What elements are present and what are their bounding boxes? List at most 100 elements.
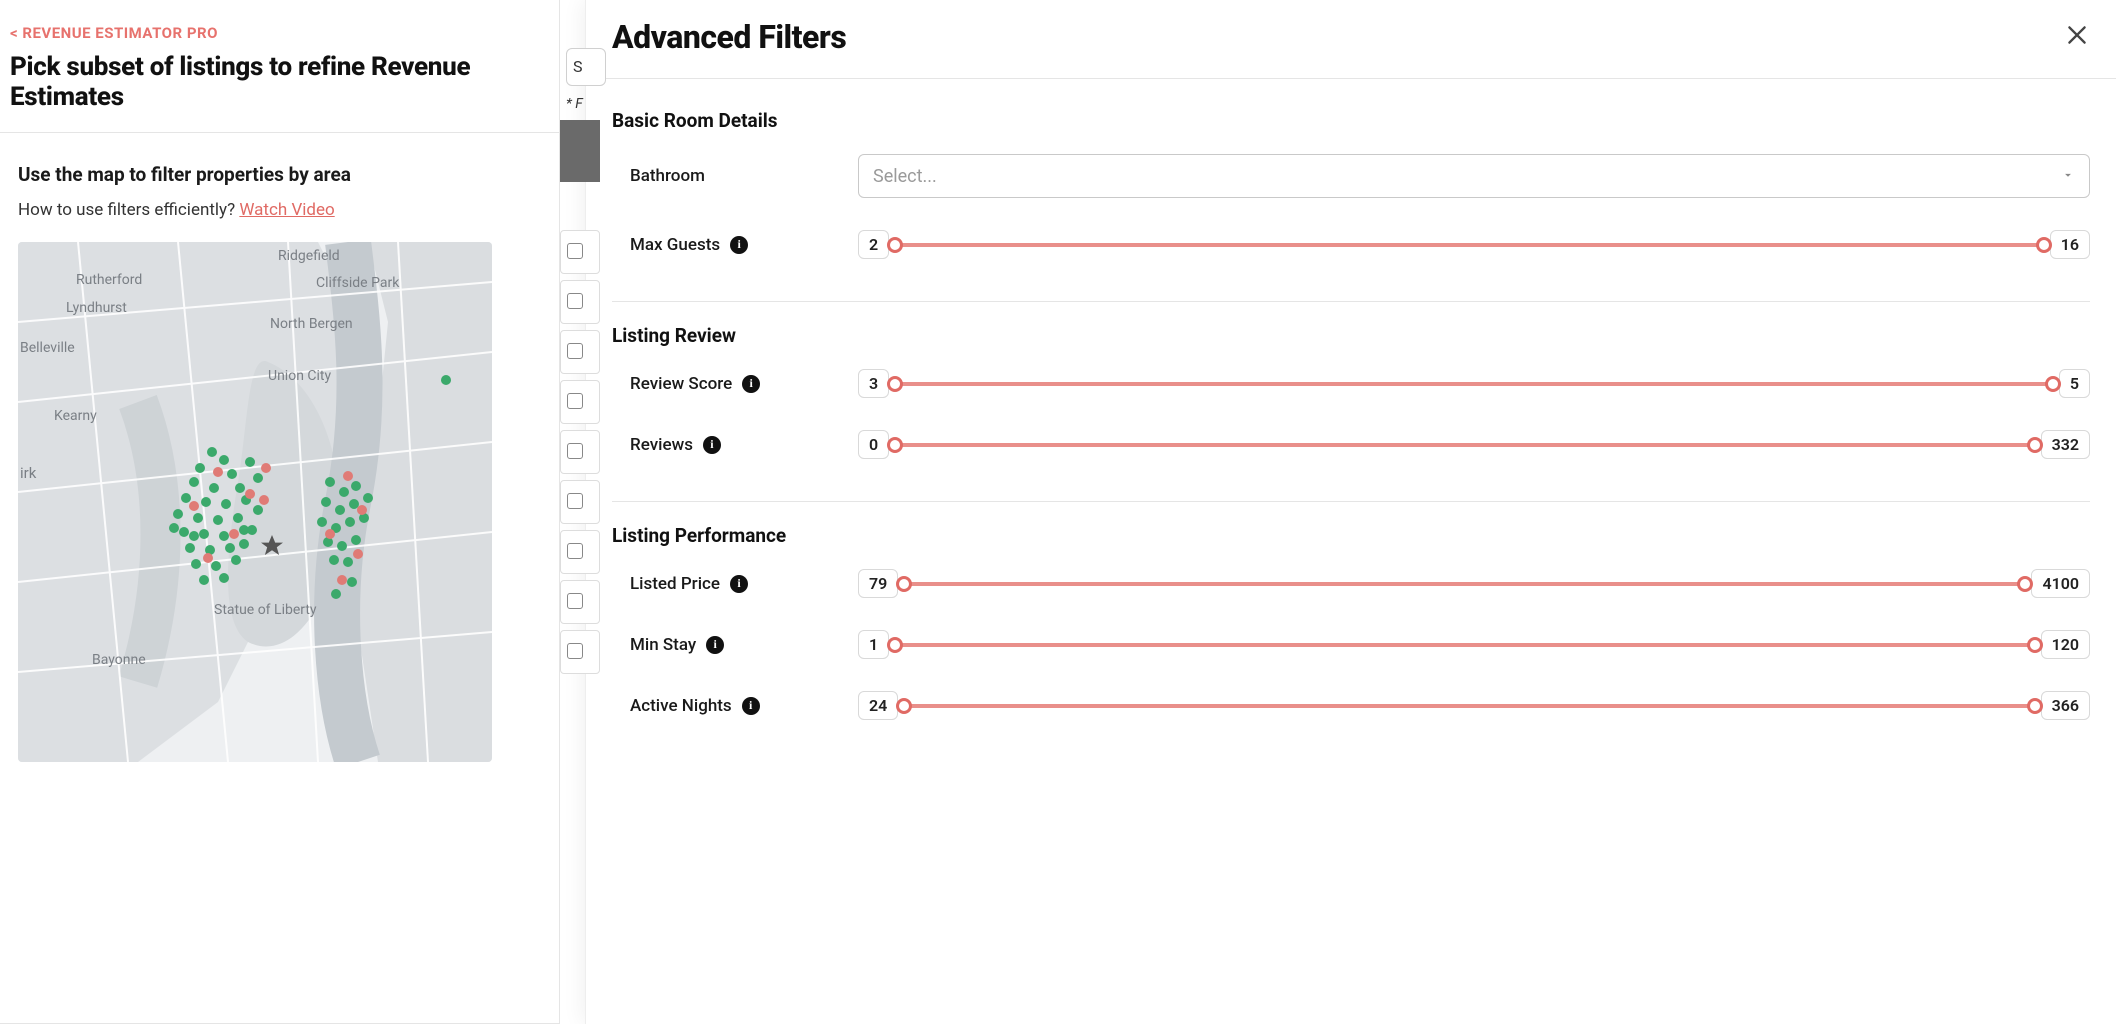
slider-handle-min[interactable] <box>887 637 903 653</box>
checkbox-icon[interactable] <box>567 593 583 609</box>
info-icon[interactable]: i <box>742 375 760 393</box>
slider-handle-max[interactable] <box>2027 437 2043 453</box>
svg-text:irk: irk <box>20 464 37 482</box>
table-row-stub[interactable] <box>560 480 600 524</box>
row-min-stay: Min Stay i 1 120 <box>612 630 2090 659</box>
slider-min-value: 1 <box>858 630 889 659</box>
slider-handle-max[interactable] <box>2036 237 2052 253</box>
slider-handle-max[interactable] <box>2027 637 2043 653</box>
slider-handle-min[interactable] <box>896 576 912 592</box>
info-icon[interactable]: i <box>730 236 748 254</box>
helper-prefix: How to use filters efficiently? <box>18 200 239 220</box>
slider-track[interactable] <box>895 243 2044 247</box>
slider-min-value: 3 <box>858 369 889 398</box>
svg-text:Bayonne: Bayonne <box>92 652 146 668</box>
checkbox-icon[interactable] <box>567 543 583 559</box>
svg-text:Union City: Union City <box>268 368 331 384</box>
max-guests-slider[interactable]: 2 16 <box>858 230 2090 259</box>
info-icon[interactable]: i <box>706 636 724 654</box>
watch-video-link[interactable]: Watch Video <box>239 200 334 220</box>
info-icon[interactable]: i <box>742 697 760 715</box>
svg-text:Cliffside Park: Cliffside Park <box>316 275 400 291</box>
slider-handle-max[interactable] <box>2017 576 2033 592</box>
breadcrumb-back[interactable]: < REVENUE ESTIMATOR PRO <box>10 24 549 42</box>
slider-min-value: 0 <box>858 430 889 459</box>
slider-handle-max[interactable] <box>2027 698 2043 714</box>
info-icon[interactable]: i <box>730 575 748 593</box>
table-row-stub[interactable] <box>560 430 600 474</box>
row-max-guests: Max Guests i 2 16 <box>612 230 2090 259</box>
checkbox-icon[interactable] <box>567 293 583 309</box>
slider-max-value: 16 <box>2050 230 2090 259</box>
table-row-stub[interactable] <box>560 580 600 624</box>
table-row-stub[interactable] <box>560 380 600 424</box>
drawer-header: Advanced Filters <box>586 0 2116 79</box>
slider-track[interactable] <box>904 582 2025 586</box>
review-score-label: Review Score i <box>612 374 858 394</box>
svg-text:Rutherford: Rutherford <box>76 272 142 288</box>
label-text: Max Guests <box>630 235 720 255</box>
checkbox-icon[interactable] <box>567 243 583 259</box>
section-title: Listing Performance <box>612 524 2090 547</box>
min-stay-slider[interactable]: 1 120 <box>858 630 2090 659</box>
map-container[interactable]: Ridgefield Cliffside Park Rutherford Lyn… <box>18 242 492 762</box>
checkbox-icon[interactable] <box>567 393 583 409</box>
section-title: Basic Room Details <box>612 109 2090 132</box>
drawer-body: Basic Room Details Bathroom Select... M <box>586 79 2116 784</box>
svg-text:Statue of Liberty: Statue of Liberty <box>214 602 317 618</box>
slider-handle-max[interactable] <box>2045 376 2061 392</box>
reviews-label: Reviews i <box>612 435 858 455</box>
active-nights-slider[interactable]: 24 366 <box>858 691 2090 720</box>
label-text: Bathroom <box>630 166 705 186</box>
close-icon[interactable] <box>2064 22 2090 52</box>
row-active-nights: Active Nights i 24 366 <box>612 691 2090 720</box>
section-listing-review: Listing Review Review Score i 3 5 <box>612 324 2090 502</box>
table-row-stub[interactable] <box>560 280 600 324</box>
map-svg: Ridgefield Cliffside Park Rutherford Lyn… <box>18 242 492 762</box>
section-title: Listing Review <box>612 324 2090 347</box>
listed-price-slider[interactable]: 79 4100 <box>858 569 2090 598</box>
table-row-stub[interactable] <box>560 230 600 274</box>
table-peek-strip: S * F <box>560 0 586 1024</box>
row-reviews: Reviews i 0 332 <box>612 430 2090 459</box>
max-guests-label: Max Guests i <box>612 235 858 255</box>
info-icon[interactable]: i <box>703 436 721 454</box>
checkbox-icon[interactable] <box>567 443 583 459</box>
slider-handle-min[interactable] <box>896 698 912 714</box>
svg-text:Ridgefield: Ridgefield <box>278 248 340 264</box>
slider-max-value: 4100 <box>2031 569 2090 598</box>
slider-track[interactable] <box>904 704 2034 708</box>
reviews-slider[interactable]: 0 332 <box>858 430 2090 459</box>
row-listed-price: Listed Price i 79 4100 <box>612 569 2090 598</box>
slider-track[interactable] <box>895 643 2034 647</box>
table-row-stub[interactable] <box>560 330 600 374</box>
slider-track[interactable] <box>895 443 2034 447</box>
left-panel: < REVENUE ESTIMATOR PRO Pick subset of l… <box>0 0 560 1024</box>
select-placeholder: Select... <box>873 166 937 187</box>
slider-handle-min[interactable] <box>887 437 903 453</box>
section-basic-room-details: Basic Room Details Bathroom Select... M <box>612 109 2090 302</box>
review-score-slider[interactable]: 3 5 <box>858 369 2090 398</box>
slider-handle-min[interactable] <box>887 376 903 392</box>
checkbox-icon[interactable] <box>567 643 583 659</box>
slider-track[interactable] <box>895 382 2053 386</box>
table-header-stub <box>560 120 600 182</box>
chevron-down-icon <box>2061 166 2075 187</box>
slider-handle-min[interactable] <box>887 237 903 253</box>
section-listing-performance: Listing Performance Listed Price i 79 41… <box>612 524 2090 762</box>
drawer-title: Advanced Filters <box>612 18 846 56</box>
slider-max-value: 332 <box>2041 430 2090 459</box>
search-field-stub[interactable]: S <box>566 48 606 86</box>
app-root: < REVENUE ESTIMATOR PRO Pick subset of l… <box>0 0 2116 1024</box>
table-row-stub[interactable] <box>560 630 600 674</box>
checkbox-icon[interactable] <box>567 493 583 509</box>
svg-text:Kearny: Kearny <box>54 408 97 424</box>
bathroom-select[interactable]: Select... <box>858 154 2090 198</box>
listed-price-label: Listed Price i <box>612 574 858 594</box>
table-row-stub[interactable] <box>560 530 600 574</box>
svg-text:Belleville: Belleville <box>20 340 75 356</box>
slider-max-value: 366 <box>2041 691 2090 720</box>
slider-max-value: 5 <box>2059 369 2090 398</box>
label-text: Active Nights <box>630 696 732 716</box>
checkbox-icon[interactable] <box>567 343 583 359</box>
